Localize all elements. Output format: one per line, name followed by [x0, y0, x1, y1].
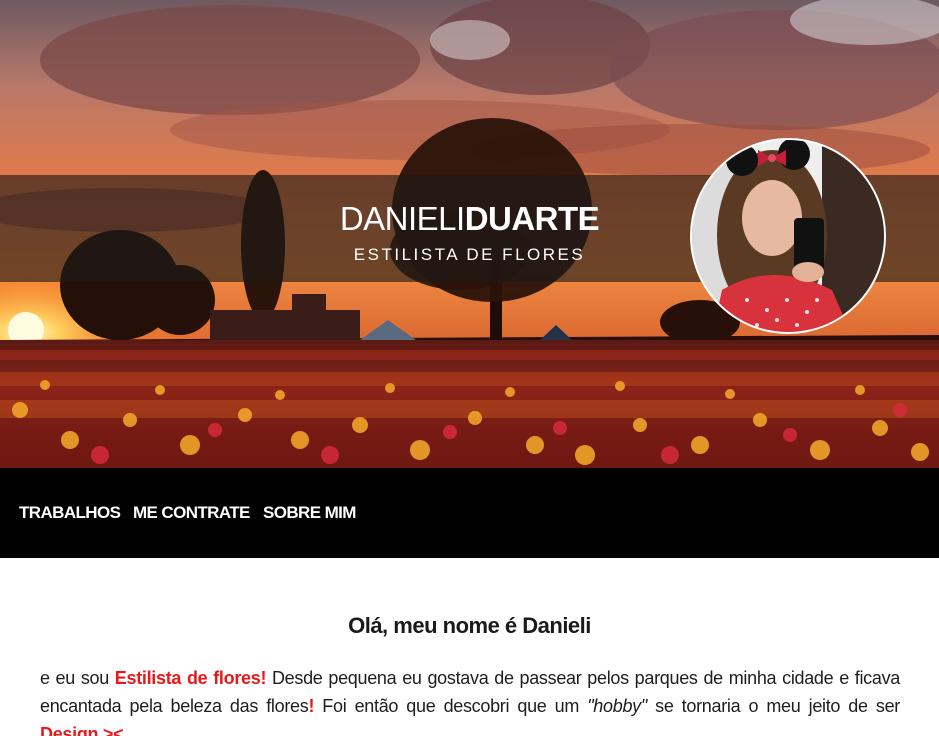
- nav-item-trabalhos[interactable]: TRABALHOS: [19, 503, 121, 523]
- intro-highlight-estilista: Estilista de flores!: [114, 668, 267, 688]
- main-nav: TRABALHOS ME CONTRATE SOBRE MIM: [0, 468, 939, 558]
- intro-italic-hobby: "hobby": [587, 696, 647, 716]
- hero-banner: DANIELIDUARTE ESTILISTA DE FLORES: [0, 0, 939, 468]
- intro-text-3: Foi então que descobri que um: [314, 696, 588, 716]
- intro-highlight-design: Design ><: [40, 724, 124, 736]
- nav-item-sobre-mim[interactable]: SOBRE MIM: [263, 503, 356, 523]
- intro-text-1: e eu sou: [40, 668, 115, 688]
- profile-avatar: [690, 138, 886, 334]
- intro-heading: Olá, meu nome é Danieli: [348, 613, 591, 638]
- intro-paragraph: e eu sou Estilista de flores! Desde pequ…: [40, 664, 900, 736]
- avatar-image: [692, 140, 884, 332]
- site-title-last: DUARTE: [464, 200, 600, 237]
- site-title-first: DANIELI: [339, 200, 465, 237]
- nav-item-me-contrate[interactable]: ME CONTRATE: [133, 503, 250, 523]
- intro-text-4: se tornaria o meu jeito de ser: [646, 696, 900, 716]
